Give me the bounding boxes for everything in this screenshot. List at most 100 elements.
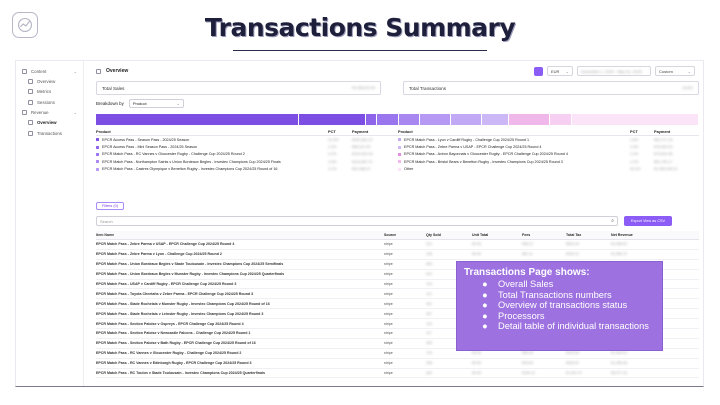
sidebar-group-label: Content bbox=[31, 68, 47, 74]
qty-cell: 312 bbox=[426, 242, 432, 247]
currency-select[interactable]: EUR ⌄ bbox=[547, 66, 573, 76]
sidebar-group-content[interactable]: Content ⌄ bbox=[16, 66, 83, 76]
sidebar-group-revenue[interactable]: Revenue ⌄ bbox=[16, 108, 83, 118]
title-divider bbox=[233, 50, 487, 51]
product-name: EPCR Match Pass - Bristol Bears v Benett… bbox=[404, 159, 563, 164]
callout-item-text: Processors bbox=[498, 310, 545, 321]
sidebar-item-revenue-overview[interactable]: Overview bbox=[16, 118, 83, 129]
product-pct: 2.3% bbox=[328, 145, 337, 150]
bullet-icon: ● bbox=[482, 300, 488, 311]
source-cell: stripe bbox=[384, 341, 393, 346]
chevron-down-icon: ⌄ bbox=[73, 68, 77, 74]
product-pct: 31.5% bbox=[328, 137, 339, 142]
total-sales-card: Total Sales €2,938,531.69 bbox=[96, 81, 381, 95]
source-cell: stripe bbox=[384, 331, 393, 336]
share-segment[interactable] bbox=[571, 114, 699, 125]
source-cell: stripe bbox=[384, 371, 393, 376]
header-payment: Payment bbox=[352, 129, 369, 134]
share-segment[interactable] bbox=[419, 114, 452, 125]
date-range-picker[interactable]: December 1, 2024 - May 31, 2025 bbox=[577, 66, 651, 76]
share-segment[interactable] bbox=[482, 114, 509, 125]
product-name: EPCR Match Pass - Northampton Saints v U… bbox=[102, 159, 281, 164]
sidebar-group-label: Revenue bbox=[31, 110, 49, 115]
share-segment[interactable] bbox=[398, 114, 420, 125]
item-name-cell: EPCR Match Pass - Section Paloise v Newc… bbox=[96, 331, 251, 336]
table-row[interactable]: EPCR Match Pass - RC Toulon v Stade Toul… bbox=[96, 369, 699, 379]
sidebar-item-transactions[interactable]: Transactions bbox=[16, 128, 83, 139]
search-input[interactable]: Search ⌕ bbox=[96, 216, 618, 226]
share-segment[interactable] bbox=[508, 114, 551, 125]
item-name-cell: EPCR Match Pass - Toyota Cheetahs v Zebr… bbox=[96, 291, 254, 296]
source-cell: stripe bbox=[384, 351, 393, 356]
header-total-tax[interactable]: Total Tax bbox=[566, 233, 611, 237]
header-source[interactable]: Source bbox=[384, 233, 426, 237]
slide: Transactions Summary Content ⌄ Overview … bbox=[0, 0, 720, 405]
filters-button[interactable]: Filters (0) bbox=[96, 202, 124, 210]
callout-item: ● Overview of transactions status bbox=[464, 300, 655, 311]
product-name: EPCR Match Pass - Lyon v Cardiff Rugby -… bbox=[404, 137, 530, 142]
product-table: Product PCT Payment EPCR Access Pass - S… bbox=[96, 128, 699, 173]
header-product: Product bbox=[398, 129, 413, 134]
source-cell: stripe bbox=[384, 321, 393, 326]
product-name: EPCR Match Pass - Aviron Bayonnais v Glo… bbox=[404, 152, 568, 157]
item-name-cell: EPCR Match Pass - Stade Rochelais v Muns… bbox=[96, 301, 270, 306]
product-pct: 3.1% bbox=[328, 167, 337, 172]
product-row: EPCR Match Pass - Bristol Bears v Benett… bbox=[398, 158, 699, 165]
sidebar-item-sessions[interactable]: Sessions bbox=[16, 97, 83, 108]
share-segment[interactable] bbox=[550, 114, 572, 125]
share-segment[interactable] bbox=[377, 114, 399, 125]
product-table-header: Product PCT Payment bbox=[96, 128, 398, 136]
table-row[interactable]: EPCR Match Pass - Zebre Parma v Lyon - C… bbox=[96, 250, 699, 260]
share-segment[interactable] bbox=[451, 114, 483, 125]
share-segment[interactable] bbox=[299, 114, 367, 125]
product-pct: 2.8% bbox=[630, 137, 639, 142]
tax-cell: €263.51 bbox=[566, 361, 579, 366]
product-pct: 2.4% bbox=[630, 152, 639, 157]
sidebar-item-overview[interactable]: Overview bbox=[16, 76, 83, 87]
header-unit-total[interactable]: Unit Total bbox=[472, 233, 522, 237]
page-header: Overview bbox=[96, 68, 128, 74]
total-transactions-value: 13,631 bbox=[682, 86, 693, 90]
source-cell: stripe bbox=[384, 252, 393, 257]
legend-swatch bbox=[96, 152, 99, 156]
total-transactions-label: Total Transactions bbox=[409, 85, 447, 91]
product-row: EPCR Match Pass - Northampton Saints v U… bbox=[96, 158, 398, 165]
export-csv-button[interactable]: Export View as CSV bbox=[624, 216, 672, 226]
product-payment: €61,709.17 bbox=[654, 159, 673, 164]
refresh-icon[interactable] bbox=[534, 66, 543, 76]
share-segment[interactable] bbox=[366, 114, 378, 125]
net-revenue-cell: €1,409.43 bbox=[611, 351, 627, 356]
breakdown-value: Product bbox=[132, 101, 147, 106]
item-name-cell: EPCR Match Pass - Stade Rochelais v Lein… bbox=[96, 311, 264, 316]
header-qty-sold[interactable]: Qty Sold bbox=[426, 233, 472, 237]
product-name: EPCR Match Pass - Castres Olympique v Be… bbox=[102, 167, 278, 172]
item-name-cell: EPCR Match Pass - Union Bordeaux Begles … bbox=[96, 262, 284, 267]
header-net-revenue[interactable]: Net Revenue bbox=[611, 233, 661, 237]
breakdown-control: Breakdown by Product ⌄ bbox=[96, 99, 184, 108]
period-select[interactable]: Custom ⌄ bbox=[655, 66, 695, 76]
item-name-cell: EPCR Match Pass - Zebre Parma v USAP - E… bbox=[96, 242, 235, 247]
product-name: Other bbox=[404, 167, 414, 172]
table-row[interactable]: EPCR Match Pass - RC Vannes v Edinburgh … bbox=[96, 359, 699, 369]
product-pct: 2.6% bbox=[630, 145, 639, 150]
share-segment[interactable] bbox=[96, 114, 300, 125]
legend-swatch bbox=[398, 145, 401, 149]
product-pct: 4.2% bbox=[328, 152, 337, 157]
table-row[interactable]: EPCR Match Pass - Zebre Parma v USAP - E… bbox=[96, 240, 699, 250]
header-item-name[interactable]: Item Name bbox=[96, 233, 384, 237]
breakdown-select[interactable]: Product ⌄ bbox=[128, 99, 184, 108]
product-payment: €925,381.22 bbox=[352, 137, 373, 142]
item-name-cell: EPCR Match Pass - RC Vannes v Gloucester… bbox=[96, 351, 242, 356]
date-range-value: December 1, 2024 - May 31, 2025 bbox=[581, 68, 642, 74]
page-title: Overview bbox=[106, 68, 129, 74]
search-placeholder: Search bbox=[100, 218, 113, 224]
info-callout: Transactions Page shows: ● Overall Sales ●… bbox=[456, 261, 663, 351]
header-payment: Payment bbox=[654, 129, 671, 134]
item-name-cell: EPCR Match Pass - USAP v Cardiff Rugby -… bbox=[96, 282, 237, 286]
sidebar-item-metrics[interactable]: Metrics bbox=[16, 87, 83, 98]
product-payment: €76,402.03 bbox=[654, 145, 673, 150]
legend-swatch bbox=[96, 145, 99, 149]
legend-swatch bbox=[398, 160, 401, 164]
callout-item: ● Detail table of individual transactions bbox=[464, 321, 655, 332]
header-fees[interactable]: Fees bbox=[522, 233, 566, 237]
